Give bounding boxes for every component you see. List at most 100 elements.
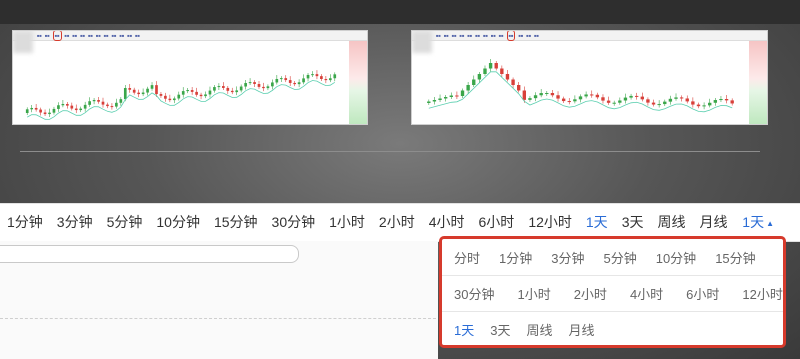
candle-body bbox=[239, 86, 243, 91]
candle-body bbox=[297, 82, 301, 85]
candle-body bbox=[657, 104, 661, 106]
option-2hour[interactable]: 2小时 bbox=[562, 284, 607, 303]
candle-body bbox=[271, 82, 274, 87]
option-timeshare[interactable]: 分时 bbox=[442, 248, 480, 267]
tab-5min[interactable]: 5分钟 bbox=[100, 204, 150, 241]
candle-body bbox=[195, 91, 198, 95]
candle-body bbox=[443, 97, 448, 99]
candle-body bbox=[724, 99, 729, 101]
option-10min[interactable]: 10分钟 bbox=[644, 248, 696, 267]
option-1day[interactable]: 1天 bbox=[442, 320, 474, 339]
option-week[interactable]: 周线 bbox=[514, 320, 552, 339]
candle-body bbox=[266, 86, 270, 89]
search-input[interactable] bbox=[0, 245, 299, 263]
chart-thumbnail-right: ■■ ■■ ■■ ■■ ■■ ■■ ■■ ■■ ■■ ■■ ■■ ■■ ■■ bbox=[411, 30, 768, 125]
option-3min[interactable]: 3分钟 bbox=[539, 248, 584, 267]
candle-body bbox=[333, 74, 337, 79]
candle-body bbox=[646, 99, 650, 103]
option-12hour[interactable]: 12小时 bbox=[730, 284, 782, 303]
option-30min[interactable]: 30分钟 bbox=[442, 284, 494, 303]
tab-1hour[interactable]: 1小时 bbox=[322, 204, 372, 241]
panel-row-2: 30分钟 1小时 2小时 4小时 6小时 12小时 bbox=[442, 275, 783, 312]
candle-body bbox=[500, 68, 504, 74]
candle-body bbox=[483, 68, 487, 74]
candle-body bbox=[226, 87, 230, 91]
candle-body bbox=[25, 109, 29, 113]
screenshot-stage: ■■ ■■ ■■ ■■ ■■ ■■ ■■ ■■ ■■ ■■ ■■ ■■ ■■ ■■ ■■ ■■ ■■ ■■ ■■… bbox=[0, 0, 800, 359]
candle-body bbox=[634, 95, 639, 97]
candle-body bbox=[199, 94, 203, 97]
candle-body bbox=[590, 94, 594, 96]
candle-body bbox=[691, 101, 695, 105]
candle-body bbox=[288, 80, 292, 83]
candle-body bbox=[132, 89, 136, 93]
candle-body bbox=[488, 63, 493, 69]
candlestick-chart-right bbox=[427, 59, 734, 113]
candle-body bbox=[235, 90, 239, 93]
dashed-divider bbox=[0, 318, 436, 319]
period-dropdown-panel: 分时 1分钟 3分钟 5分钟 10分钟 15分钟 30分钟 1小时 2小时 4小… bbox=[439, 236, 786, 348]
candle-body bbox=[517, 85, 521, 91]
candle-body bbox=[204, 94, 207, 97]
candle-body bbox=[186, 90, 190, 92]
option-15min[interactable]: 15分钟 bbox=[703, 248, 755, 267]
candle-body bbox=[275, 78, 279, 83]
candle-body bbox=[612, 102, 616, 104]
candle-body bbox=[477, 74, 482, 80]
option-6hour[interactable]: 6小时 bbox=[674, 284, 719, 303]
option-month[interactable]: 月线 bbox=[556, 320, 594, 339]
candle-body bbox=[230, 90, 234, 93]
candle-body bbox=[141, 92, 145, 95]
candle-body bbox=[623, 97, 628, 101]
panel-row-3: 1天 3天 周线 月线 bbox=[442, 311, 783, 347]
tab-3min[interactable]: 3分钟 bbox=[50, 204, 100, 241]
candle-body bbox=[584, 94, 588, 97]
candle-body bbox=[70, 105, 74, 109]
tab-1min[interactable]: 1分钟 bbox=[0, 204, 50, 241]
candle-body bbox=[455, 95, 459, 97]
candle-body bbox=[244, 83, 247, 87]
candle-body bbox=[97, 99, 100, 102]
option-4hour[interactable]: 4小时 bbox=[618, 284, 663, 303]
candle-body bbox=[432, 100, 437, 102]
chart-thumbnail-left: ■■ ■■ ■■ ■■ ■■ ■■ ■■ ■■ ■■ ■■ ■■ ■■ ■■ bbox=[12, 30, 368, 125]
tab-10min[interactable]: 10分钟 bbox=[149, 204, 207, 241]
price-scale-right bbox=[749, 41, 767, 124]
candle-body bbox=[306, 74, 310, 79]
candle-body bbox=[39, 109, 42, 113]
candle-body bbox=[248, 82, 252, 84]
tab-2hour[interactable]: 2小时 bbox=[372, 204, 422, 241]
candle-body bbox=[302, 78, 305, 83]
candle-body bbox=[578, 96, 583, 100]
candle-body bbox=[679, 97, 684, 99]
candle-body bbox=[629, 95, 633, 98]
option-3day[interactable]: 3天 bbox=[478, 320, 510, 339]
candle-body bbox=[146, 88, 149, 93]
candle-body bbox=[57, 105, 60, 109]
candle-body bbox=[34, 107, 38, 110]
thumbnail-toolbar: ■■ ■■ ■■ ■■ ■■ ■■ ■■ ■■ ■■ ■■ ■■ ■■ ■■ bbox=[412, 31, 767, 41]
candle-body bbox=[222, 86, 225, 88]
candle-body bbox=[279, 78, 283, 80]
candle-body bbox=[159, 94, 163, 96]
candle-body bbox=[74, 108, 78, 111]
candle-body bbox=[668, 98, 673, 102]
candle-body bbox=[618, 100, 622, 103]
tab-30min[interactable]: 30分钟 bbox=[265, 204, 323, 241]
candle-body bbox=[685, 98, 689, 102]
candle-body bbox=[208, 90, 212, 95]
option-5min[interactable]: 5分钟 bbox=[591, 248, 636, 267]
tab-15min[interactable]: 15分钟 bbox=[207, 204, 265, 241]
candle-body bbox=[217, 86, 221, 88]
candle-body bbox=[505, 74, 510, 80]
candle-body bbox=[52, 108, 56, 113]
candle-body bbox=[674, 97, 678, 99]
candle-body bbox=[561, 98, 566, 102]
option-1hour[interactable]: 1小时 bbox=[505, 284, 550, 303]
candle-body bbox=[66, 103, 69, 106]
candle-body bbox=[181, 91, 185, 95]
candle-body bbox=[119, 99, 123, 103]
candle-body bbox=[702, 105, 706, 107]
candle-body bbox=[466, 85, 470, 91]
option-1min[interactable]: 1分钟 bbox=[487, 248, 532, 267]
